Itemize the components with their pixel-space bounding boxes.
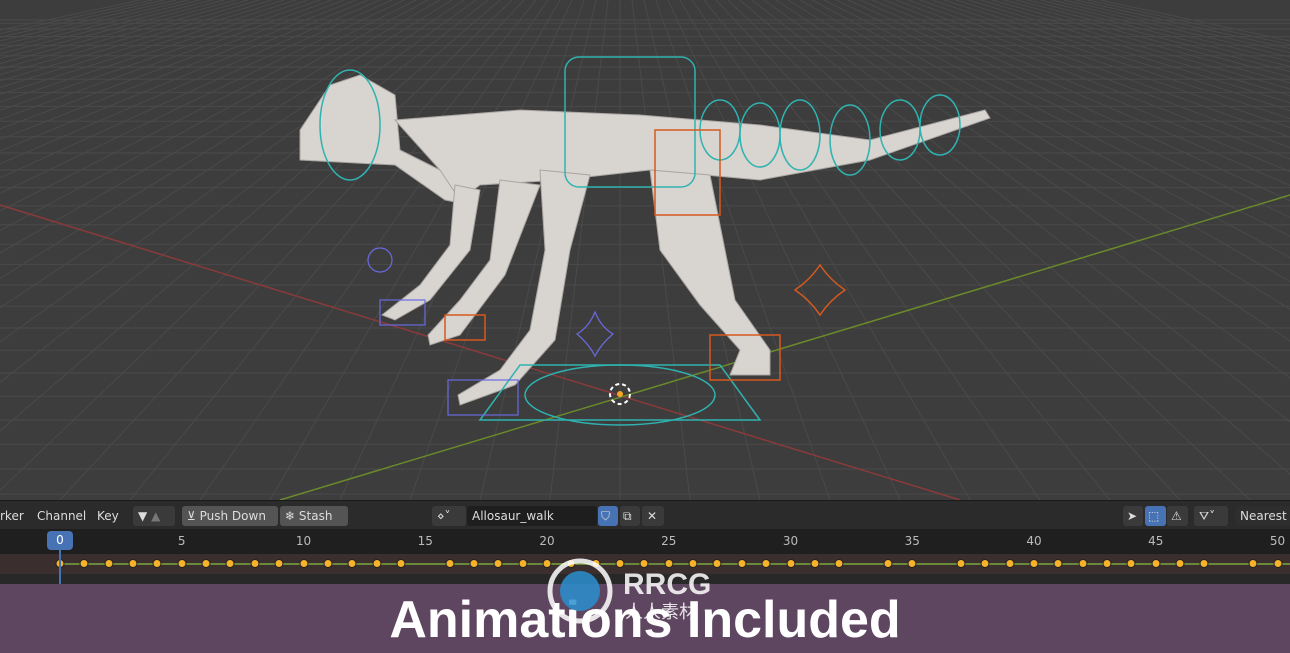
keyframe[interactable] — [761, 559, 771, 568]
keyframe[interactable] — [1151, 559, 1161, 568]
triangle-up-icon[interactable]: ▲ — [151, 509, 160, 523]
duplicate-action-icon[interactable]: ⧉ — [620, 506, 640, 526]
keyframe[interactable] — [274, 559, 284, 568]
keyframe[interactable] — [347, 559, 357, 568]
keyframe[interactable] — [1126, 559, 1136, 568]
keyframe[interactable] — [1078, 559, 1088, 568]
action-name-field[interactable]: Allosaur_walk — [467, 506, 597, 526]
keyframe[interactable] — [493, 559, 503, 568]
keyframe[interactable] — [1102, 559, 1112, 568]
keyframe[interactable] — [79, 559, 89, 568]
frame-ruler[interactable]: 0 5 10 15 20 25 30 35 40 45 50 — [0, 529, 1290, 554]
floor-grid — [0, 0, 1290, 501]
move-down-up-buttons[interactable]: ▼ ▲ — [133, 506, 175, 526]
filter-dropdown-icon[interactable]: ⛛˅ — [1194, 506, 1228, 526]
unlink-action-icon[interactable]: ✕ — [642, 506, 664, 526]
keyframe[interactable] — [250, 559, 260, 568]
keyframe[interactable] — [225, 559, 235, 568]
viewport-scene — [0, 0, 1290, 501]
keyframe[interactable] — [980, 559, 990, 568]
y-axis-line — [279, 194, 1290, 501]
snap-mode-dropdown[interactable]: Nearest — [1235, 506, 1290, 526]
fake-user-shield-icon[interactable]: ⛉ — [598, 506, 618, 526]
ruler-label: 35 — [904, 534, 920, 548]
ruler-label: 10 — [295, 534, 312, 548]
keyframe[interactable] — [883, 559, 893, 568]
keyframe[interactable] — [104, 559, 114, 568]
keyframe[interactable] — [152, 559, 162, 568]
ruler-label: 5 — [177, 534, 186, 548]
keyframe[interactable] — [1199, 559, 1209, 568]
keyframe[interactable] — [518, 559, 528, 568]
keyframe[interactable] — [396, 559, 406, 568]
keyframe[interactable] — [299, 559, 308, 568]
3d-viewport[interactable] — [0, 0, 1290, 501]
keyframe[interactable] — [469, 559, 479, 568]
keyframe[interactable] — [177, 559, 187, 568]
playhead-line — [59, 544, 61, 584]
keyframe[interactable] — [956, 559, 966, 568]
box-select-icon[interactable]: ⬚ — [1145, 506, 1166, 526]
push-down-button[interactable]: ⊻ Push Down — [182, 506, 278, 526]
keyframe[interactable] — [128, 559, 138, 568]
keyframe[interactable] — [907, 559, 917, 568]
action-browse-dropdown[interactable]: ⋄˅ — [432, 506, 466, 526]
ruler-label: 15 — [417, 534, 433, 548]
triangle-down-icon[interactable]: ▼ — [138, 509, 147, 523]
keyframe[interactable] — [1053, 559, 1063, 568]
menu-channel[interactable]: Channel — [37, 507, 86, 525]
keyframe[interactable] — [372, 559, 382, 568]
ruler-label: 25 — [661, 534, 677, 548]
svg-text:RRCG: RRCG — [623, 568, 711, 601]
origin-point — [617, 391, 623, 397]
push-down-icon: ⊻ — [187, 509, 196, 523]
keyframe[interactable] — [201, 559, 211, 568]
keyframe[interactable] — [445, 559, 455, 568]
keyframe[interactable] — [1248, 559, 1258, 568]
menu-key[interactable]: Key — [97, 507, 119, 525]
menu-marker[interactable]: rker — [0, 507, 24, 525]
warning-icon[interactable]: ⚠ — [1167, 506, 1188, 526]
select-cursor-icon[interactable]: ➤ — [1123, 506, 1143, 526]
ruler-label: 40 — [1026, 534, 1042, 548]
ruler-label: 20 — [539, 534, 555, 548]
action-icon: ⋄˅ — [437, 509, 451, 523]
rrcg-watermark-logo: RRCG 人人素材 — [545, 556, 755, 626]
keyframe[interactable] — [1029, 559, 1039, 568]
keyframe[interactable] — [810, 559, 820, 568]
ruler-label: 30 — [782, 534, 799, 548]
keyframe[interactable] — [1175, 559, 1185, 568]
snowflake-icon: ❄ — [285, 509, 296, 523]
keyframe[interactable] — [323, 559, 333, 568]
keyframe[interactable] — [834, 559, 844, 568]
ruler-label: 50 — [1269, 534, 1286, 548]
nla-header: rker Channel Key ▼ ▲ ⊻ Push Down ❄ Stash… — [0, 500, 1290, 529]
keyframe[interactable] — [786, 559, 795, 568]
svg-text:人人素材: 人人素材 — [625, 602, 697, 623]
stash-button[interactable]: ❄ Stash — [280, 506, 348, 526]
control-bones-cyan — [319, 56, 961, 426]
keyframe[interactable] — [1005, 559, 1015, 568]
ruler-label: 45 — [1148, 534, 1164, 548]
keyframe[interactable] — [1273, 559, 1282, 568]
